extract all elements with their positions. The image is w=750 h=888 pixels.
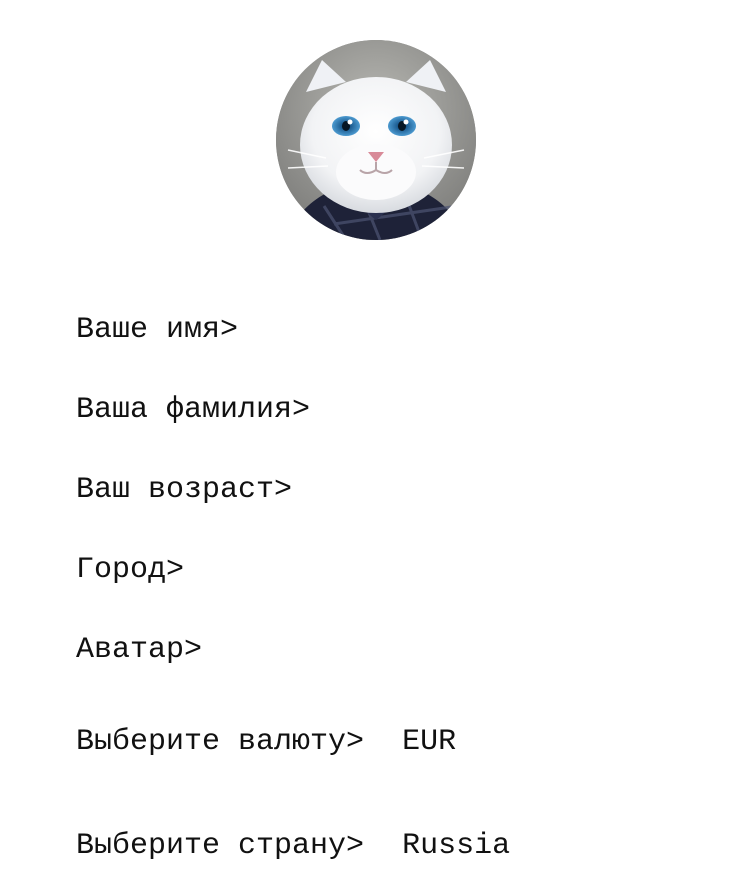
- city-label: Город>: [76, 553, 185, 587]
- city-field[interactable]: Город>: [40, 516, 184, 588]
- country-selector[interactable]: Выберите страну> Russia: [40, 792, 510, 864]
- age-label: Ваш возраст>: [76, 473, 293, 507]
- last-name-field[interactable]: Ваша фамилия>: [40, 356, 310, 428]
- age-field[interactable]: Ваш возраст>: [40, 436, 292, 508]
- currency-selector[interactable]: Выберите валюту> EUR: [40, 688, 456, 760]
- avatar-label: Аватар>: [76, 633, 203, 667]
- first-name-label: Ваше имя>: [76, 313, 239, 347]
- avatar-field[interactable]: Аватар>: [40, 596, 202, 668]
- currency-select[interactable]: EUR: [402, 724, 456, 760]
- profile-avatar: [276, 40, 476, 240]
- country-select[interactable]: Russia: [402, 828, 510, 864]
- currency-label: Выберите валюту>: [76, 725, 365, 759]
- cat-avatar-image: [276, 40, 476, 240]
- first-name-field[interactable]: Ваше имя>: [40, 276, 238, 348]
- country-label: Выберите страну>: [76, 829, 365, 863]
- last-name-label: Ваша фамилия>: [76, 393, 311, 427]
